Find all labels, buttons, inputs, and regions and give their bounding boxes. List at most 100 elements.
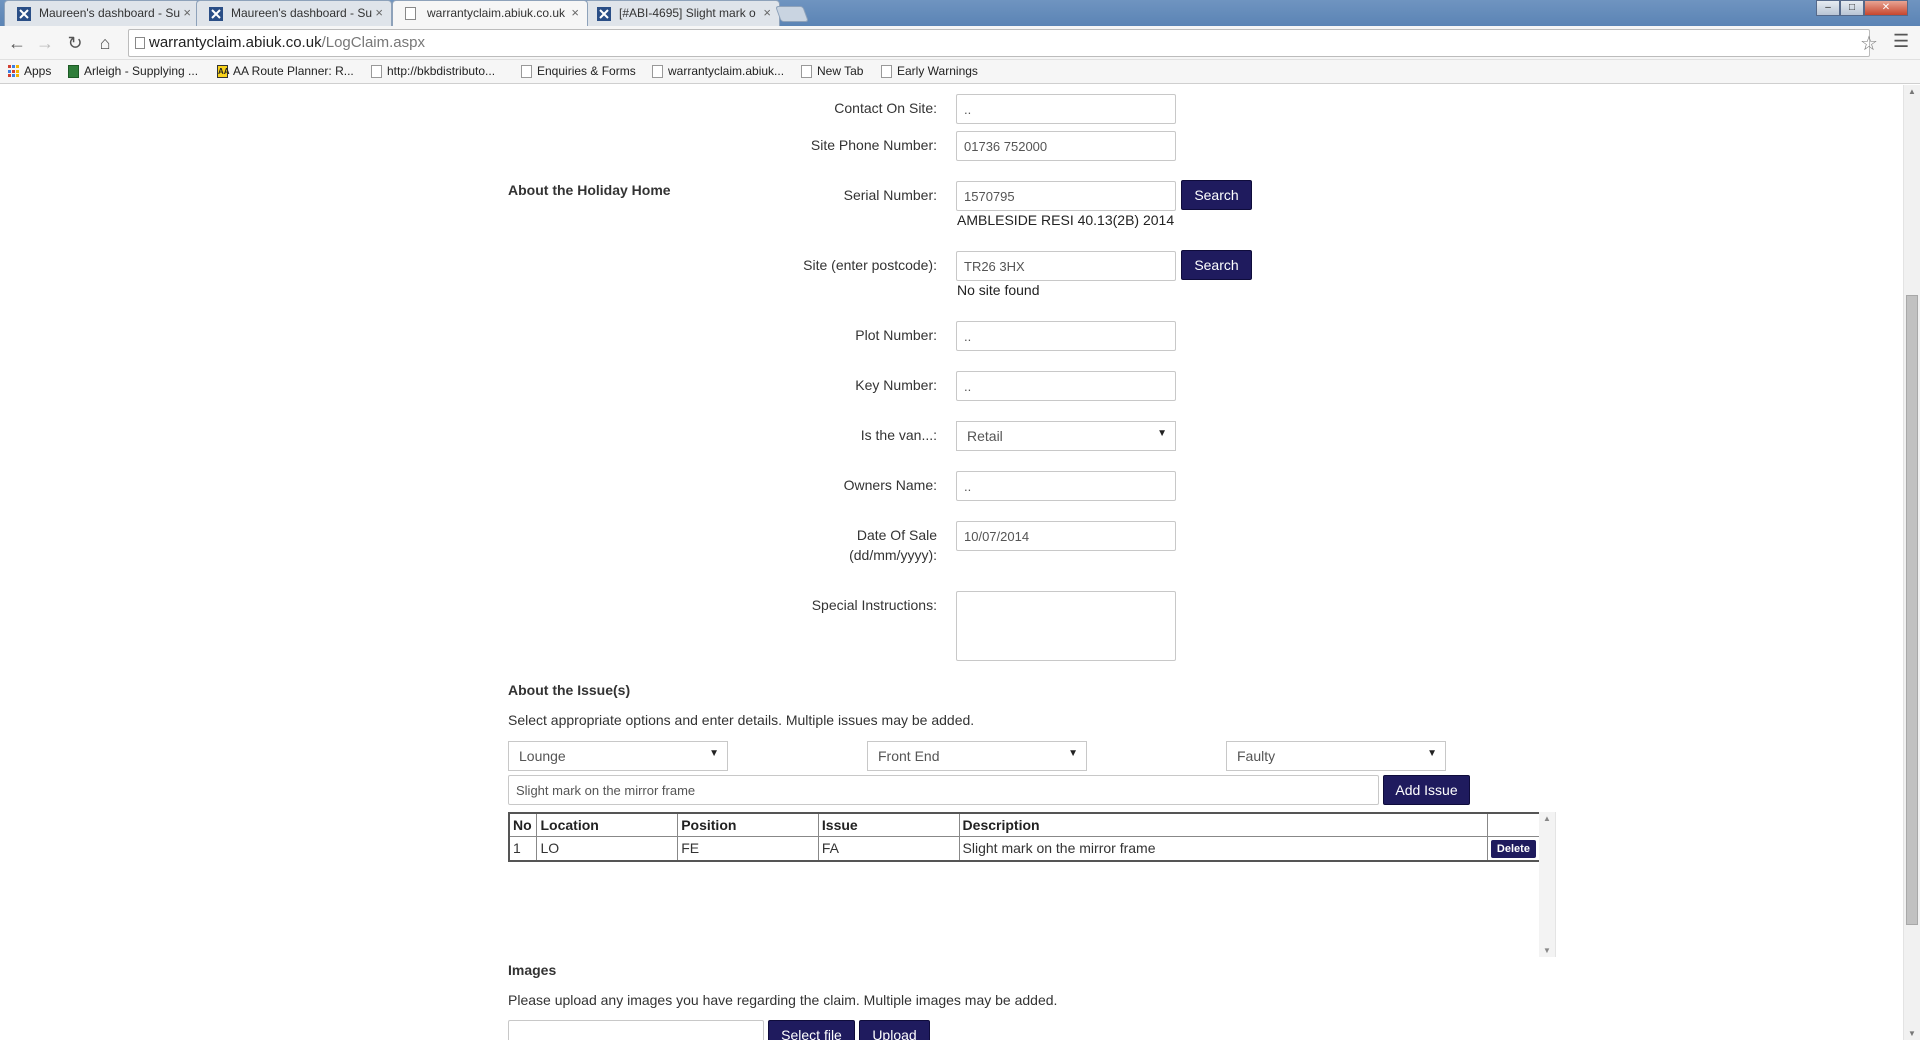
page-viewport: Contact On Site: Site Phone Number: Abou… (0, 85, 1903, 1040)
bookmark-label: Enquiries & Forms (537, 64, 636, 78)
tab-warrantyclaim[interactable]: warrantyclaim.abiuk.co.uk × (392, 0, 588, 26)
issue-description-input[interactable] (508, 775, 1379, 805)
upload-button[interactable]: Upload (859, 1020, 930, 1040)
tab-title: Maureen's dashboard - Su (231, 6, 373, 20)
tab-title: Maureen's dashboard - Su (39, 6, 181, 20)
table-header-row: No Location Position Issue Description (508, 812, 1541, 837)
tab-title: [#ABI-4695] Slight mark o (619, 6, 756, 20)
window-close-button[interactable]: ✕ (1864, 0, 1908, 16)
site-search-button[interactable]: Search (1181, 250, 1252, 280)
bookmark-aa-route-planner[interactable]: AA AA Route Planner: R... (217, 64, 354, 78)
bookmark-early-warnings[interactable]: Early Warnings (881, 64, 978, 78)
bookmark-warrantyclaim[interactable]: warrantyclaim.abiuk... (652, 64, 784, 78)
bookmark-bkbdistributo[interactable]: http://bkbdistributo... (371, 64, 495, 78)
key-number-field[interactable] (956, 371, 1176, 401)
bookmark-star-icon[interactable]: ☆ (1860, 31, 1878, 56)
jira-icon (209, 7, 223, 21)
jira-icon (597, 7, 611, 21)
bookmark-new-tab[interactable]: New Tab (801, 64, 863, 78)
home-icon[interactable]: ⌂ (94, 32, 116, 54)
close-icon[interactable]: × (183, 5, 191, 20)
page-icon (521, 65, 532, 78)
delete-issue-button[interactable]: Delete (1490, 839, 1536, 858)
close-icon[interactable]: × (763, 5, 771, 20)
serial-number-field[interactable] (956, 181, 1176, 211)
column-header-issue: Issue (817, 812, 960, 837)
close-icon[interactable]: × (571, 5, 579, 20)
maximize-button[interactable]: □ (1840, 0, 1864, 16)
tab-maureen-dashboard-2[interactable]: Maureen's dashboard - Su × (196, 0, 392, 26)
add-issue-button[interactable]: Add Issue (1383, 775, 1470, 805)
column-header-action (1486, 812, 1541, 837)
jira-icon (17, 7, 31, 21)
issue-select-value: Faulty (1237, 748, 1276, 764)
plot-number-field[interactable] (956, 321, 1176, 351)
aa-icon: AA (217, 65, 230, 78)
scroll-down-icon[interactable]: ▼ (1908, 1029, 1916, 1038)
menu-icon[interactable]: ☰ (1893, 31, 1909, 52)
site-postcode-field[interactable] (956, 251, 1176, 281)
close-icon[interactable]: × (375, 5, 383, 20)
page-icon (801, 65, 812, 78)
table-scrollbar[interactable]: ▲ ▼ (1539, 812, 1555, 957)
back-arrow-icon[interactable]: ← (6, 32, 28, 54)
chevron-down-icon: ▼ (1427, 748, 1437, 759)
images-heading: Images (508, 962, 557, 978)
address-bar[interactable]: warrantyclaim.abiuk.co.uk/LogClaim.aspx (128, 29, 1870, 57)
images-instructions: Please upload any images you have regard… (508, 992, 1058, 1008)
date-of-sale-field[interactable] (956, 521, 1176, 551)
cell-issue: FA (817, 835, 960, 861)
serial-number-label: Serial Number: (843, 187, 937, 203)
location-select[interactable]: Lounge ▼ (508, 741, 728, 771)
site-phone-label: Site Phone Number: (810, 137, 937, 153)
is-the-van-select[interactable]: Retail ▼ (956, 421, 1176, 451)
date-of-sale-label-line2: (dd/mm/yyyy): (849, 547, 937, 563)
bookmark-label: Arleigh - Supplying ... (84, 64, 199, 78)
bookmark-label: New Tab (817, 64, 864, 78)
site-postcode-label: Site (enter postcode): (803, 257, 937, 273)
page-scrollbar[interactable]: ▲ ▼ (1903, 85, 1920, 1040)
location-select-value: Lounge (519, 748, 566, 764)
special-instructions-field[interactable] (956, 591, 1176, 661)
bookmark-label: http://bkbdistributo... (387, 64, 496, 78)
file-path-field[interactable] (508, 1020, 764, 1040)
site-phone-field[interactable] (956, 131, 1176, 161)
page-icon (881, 65, 892, 78)
select-file-button[interactable]: Select file (768, 1020, 855, 1040)
bookmark-enquiries-forms[interactable]: Enquiries & Forms (521, 64, 636, 78)
column-header-position: Position (677, 812, 819, 837)
contact-on-site-field[interactable] (956, 94, 1176, 124)
position-select[interactable]: Front End ▼ (867, 741, 1087, 771)
bookmark-label: warrantyclaim.abiuk... (668, 64, 785, 78)
column-header-no: No (508, 812, 538, 837)
reload-icon[interactable]: ↻ (64, 32, 86, 54)
tab-abi-4695[interactable]: [#ABI-4695] Slight mark o × (584, 0, 780, 26)
scroll-up-icon[interactable]: ▲ (1543, 814, 1551, 823)
site-result-text: No site found (957, 282, 1040, 298)
new-tab-button[interactable] (775, 6, 809, 22)
position-select-value: Front End (878, 748, 940, 764)
cell-no: 1 (508, 835, 538, 861)
minimize-button[interactable]: – (1816, 0, 1840, 16)
tab-maureen-dashboard-1[interactable]: Maureen's dashboard - Su × (4, 0, 200, 26)
bookmark-arleigh[interactable]: Arleigh - Supplying ... (68, 64, 198, 78)
bookmark-label: Early Warnings (897, 64, 978, 78)
is-the-van-label: Is the van...: (860, 427, 937, 443)
chevron-down-icon: ▼ (709, 748, 719, 759)
issues-heading: About the Issue(s) (508, 682, 631, 698)
browser-toolbar: ← → ↻ ⌂ warrantyclaim.abiuk.co.uk/LogCla… (0, 26, 1920, 60)
scrollbar-thumb[interactable] (1906, 295, 1918, 925)
page-icon (405, 7, 416, 20)
issues-table-container[interactable]: No Location Position Issue Description 1… (508, 812, 1556, 957)
column-header-location: Location (536, 812, 679, 837)
chevron-down-icon: ▼ (1068, 748, 1078, 759)
serial-search-button[interactable]: Search (1181, 180, 1252, 210)
scroll-down-icon[interactable]: ▼ (1543, 946, 1551, 955)
owners-name-field[interactable] (956, 471, 1176, 501)
bookmark-label: Apps (24, 64, 52, 78)
scroll-up-icon[interactable]: ▲ (1908, 87, 1916, 96)
bookmark-apps[interactable]: Apps (8, 64, 51, 78)
date-of-sale-label: Date Of Sale (dd/mm/yyyy): (637, 525, 937, 565)
issue-select[interactable]: Faulty ▼ (1226, 741, 1446, 771)
forward-arrow-icon[interactable]: → (34, 32, 56, 54)
